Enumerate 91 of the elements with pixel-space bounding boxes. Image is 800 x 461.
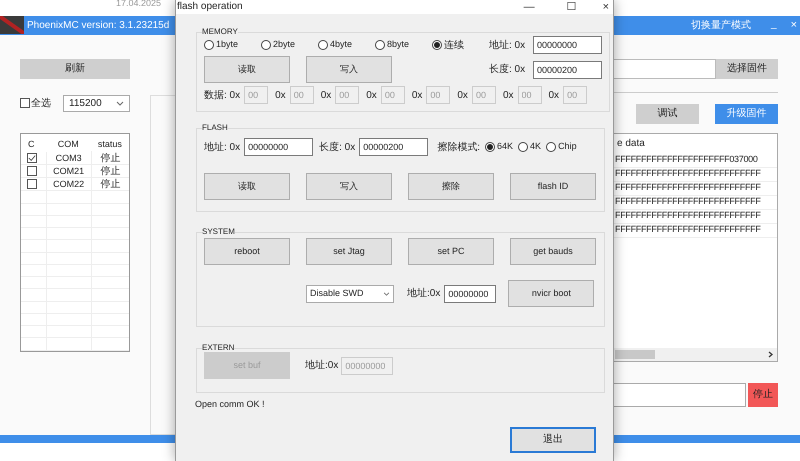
timestamp-text: 17.04.2025 xyxy=(116,0,162,10)
choose-firmware-button[interactable]: 选择固件 xyxy=(716,58,778,79)
mode-tab[interactable]: 调试 xyxy=(636,104,699,124)
group-label: SYSTEM xyxy=(202,228,235,236)
column-header: COM xyxy=(56,138,80,151)
data-line-text: FFFFFFFFFFFFFFFFFFFFFFFFFFFF xyxy=(615,209,761,222)
input-field[interactable]: 00000200 xyxy=(533,60,602,78)
minimize-button[interactable]: — xyxy=(524,2,535,12)
field-label: 0x xyxy=(366,88,377,102)
action-button[interactable]: 读取 xyxy=(204,173,290,200)
select-all-checkbox[interactable]: 全选 xyxy=(20,96,51,111)
table-cell: COM21 xyxy=(46,164,91,178)
row-checkbox[interactable] xyxy=(27,153,37,164)
field-label: 地址:0x xyxy=(407,286,440,301)
data-line-text: FFFFFFFFFFFFFFFFFFFFFF037000 xyxy=(615,153,758,166)
chevron-right-icon[interactable] xyxy=(768,350,773,358)
action-button[interactable]: 写入 xyxy=(306,56,392,83)
window-title: PhoenixMC version: 3.1.23215d xyxy=(27,18,170,33)
input-field[interactable]: 00000200 xyxy=(359,138,428,156)
horizontal-scrollbar[interactable] xyxy=(611,348,777,361)
data-line-text: FFFFFFFFFFFFFFFFFFFFFFFFFFFF xyxy=(615,181,761,194)
group-label: FLASH xyxy=(202,124,228,132)
action-button[interactable]: 读取 xyxy=(204,56,290,83)
radio-button[interactable] xyxy=(546,142,556,152)
field-label: 地址: 0x xyxy=(489,38,526,52)
action-button[interactable]: 写入 xyxy=(306,173,392,200)
chevron-down-icon xyxy=(383,292,390,296)
data-line-text: FFFFFFFFFFFFFFFFFFFFFFFFFFFF xyxy=(615,195,761,208)
action-button[interactable]: get bauds xyxy=(510,238,596,265)
radio-option[interactable]: 4K xyxy=(518,140,542,154)
field-label: 地址:0x xyxy=(305,358,338,373)
input-field[interactable]: 00000000 xyxy=(244,138,314,156)
action-button[interactable]: 擦除 xyxy=(408,173,494,200)
radio-button[interactable] xyxy=(204,40,214,50)
column-header: status xyxy=(96,138,123,151)
data-line-text: FFFFFFFFFFFFFFFFFFFFFFFFFFFF xyxy=(615,167,761,180)
radio-option[interactable]: Chip xyxy=(546,140,577,154)
radio-button[interactable] xyxy=(518,142,528,152)
table-cell: 停止 xyxy=(90,164,129,179)
input-field[interactable]: 00000000 xyxy=(444,284,496,302)
dialog-title: flash operation xyxy=(177,2,243,12)
radio-option[interactable]: 1byte xyxy=(204,38,261,52)
swd-dropdown[interactable]: Disable SWD xyxy=(306,284,394,302)
baud-rate-dropdown[interactable]: 115200 xyxy=(63,94,130,112)
field-label: 0x xyxy=(548,88,560,102)
chevron-down-icon xyxy=(116,100,124,106)
radio-button[interactable] xyxy=(432,40,442,50)
table-cell: 停止 xyxy=(90,176,129,192)
field-label: 0x xyxy=(275,88,286,102)
field-label: 0x xyxy=(502,88,514,102)
field-label: 擦除模式: xyxy=(437,140,480,154)
close-button[interactable]: × xyxy=(602,2,609,12)
radio-option[interactable]: 64K xyxy=(485,140,514,154)
radio-button[interactable] xyxy=(375,40,385,50)
action-button[interactable]: flash ID xyxy=(510,173,596,200)
maximize-button[interactable]: ☐ xyxy=(566,2,577,12)
refresh-button[interactable]: 刷新 xyxy=(20,58,130,79)
action-button[interactable]: reboot xyxy=(204,238,290,265)
input-field[interactable]: 00000000 xyxy=(533,36,602,54)
field-label: 地址: 0x xyxy=(204,140,240,154)
column-header: C xyxy=(27,138,36,151)
radio-button[interactable] xyxy=(318,40,328,50)
group-label: EXTERN xyxy=(202,344,234,352)
field-label: 长度: 0x xyxy=(319,140,356,154)
action-button[interactable]: nvicr boot xyxy=(508,280,594,307)
radio-button[interactable] xyxy=(485,142,496,152)
radio-button[interactable] xyxy=(261,40,271,50)
exit-button[interactable]: 退出 xyxy=(510,426,596,452)
field-label: 数据: 0x xyxy=(204,88,240,102)
status-message: Open comm OK ! xyxy=(195,398,266,411)
row-checkbox[interactable] xyxy=(27,166,37,176)
row-checkbox[interactable] xyxy=(27,179,37,190)
table-cell: COM22 xyxy=(46,178,91,192)
column-header: e data xyxy=(616,136,646,151)
field-label: 0x xyxy=(412,88,422,102)
scrollbar-thumb[interactable] xyxy=(615,350,655,359)
action-button[interactable]: set Jtag xyxy=(306,238,392,265)
field-label: 长度: 0x xyxy=(489,62,526,77)
field-label: 0x xyxy=(457,88,468,102)
app-logo-icon xyxy=(0,16,24,34)
radio-option[interactable]: 8byte xyxy=(375,38,432,52)
stop-button[interactable]: 停止 xyxy=(748,382,778,407)
radio-option[interactable]: 连续 xyxy=(432,38,489,52)
radio-option[interactable]: 2byte xyxy=(261,38,318,52)
field-label: 0x xyxy=(320,88,332,102)
group-label: MEMORY xyxy=(202,28,238,36)
table-cell: 停止 xyxy=(90,150,129,166)
data-line-text: FFFFFFFFFFFFFFFFFFFFFFFFFFFF xyxy=(615,223,761,236)
radio-option[interactable]: 4byte xyxy=(318,38,375,52)
table-cell: COM3 xyxy=(46,152,91,166)
action-button[interactable]: set PC xyxy=(408,238,494,265)
